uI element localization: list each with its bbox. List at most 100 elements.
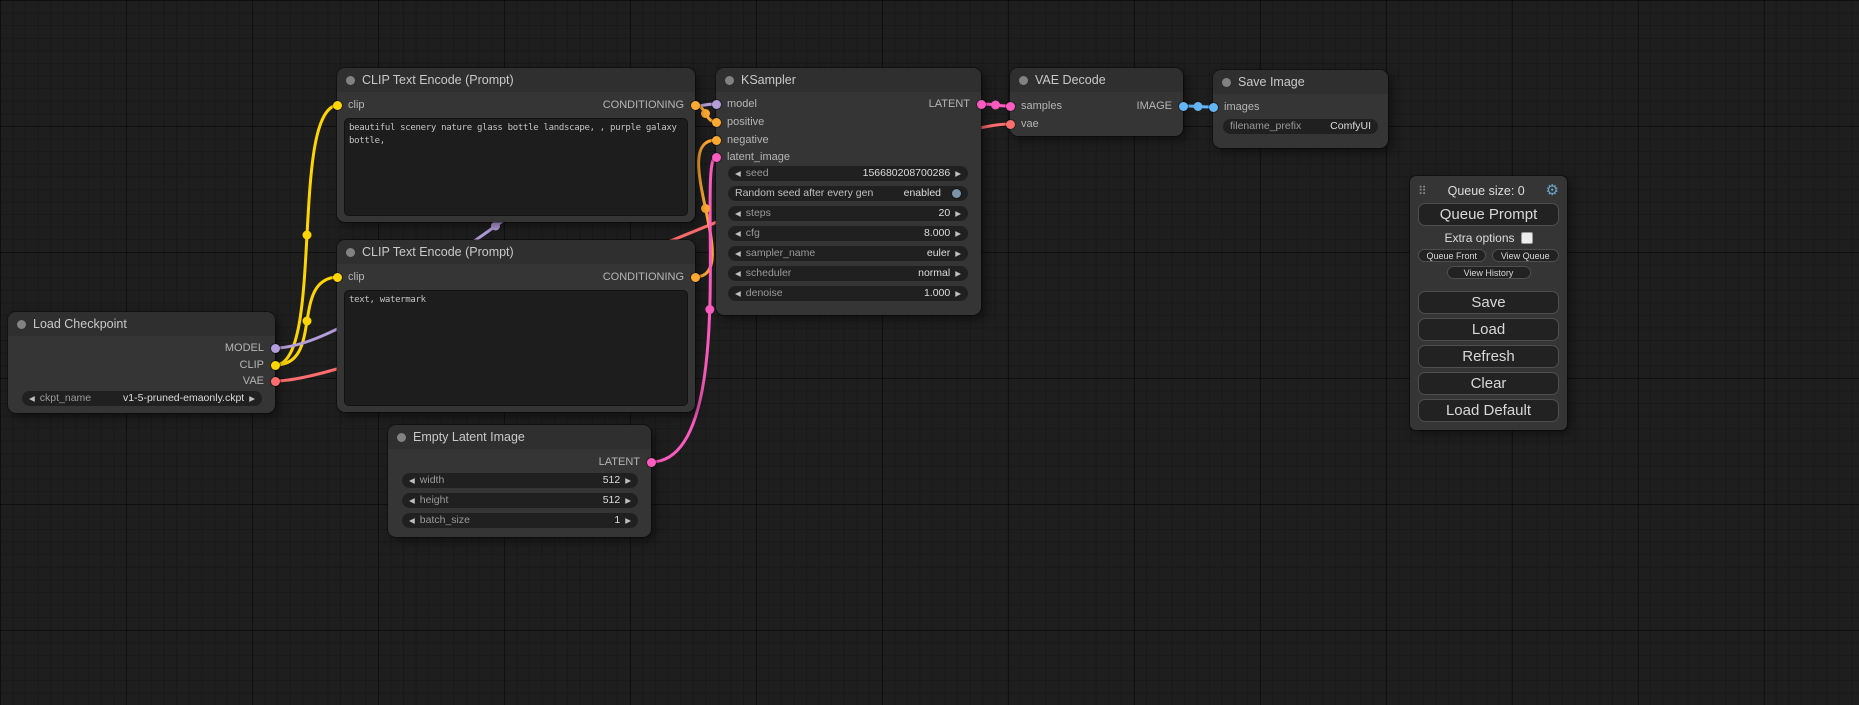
widget-value: 512 [603, 493, 621, 508]
prompt-textarea[interactable]: text, watermark [344, 290, 688, 406]
image-output-port[interactable] [1179, 102, 1188, 111]
sampler-name-widget[interactable]: ◀ sampler_name euler ▶ [728, 246, 968, 261]
steps-widget[interactable]: ◀ steps 20 ▶ [728, 206, 968, 221]
width-widget[interactable]: ◀ width 512 ▶ [402, 473, 638, 488]
node-ksampler[interactable]: KSampler model positive negative latent_… [716, 68, 981, 315]
link-dot [1194, 102, 1203, 111]
conditioning-output-port[interactable] [691, 101, 700, 110]
view-queue-button[interactable]: View Queue [1492, 249, 1560, 262]
images-input-port[interactable] [1209, 103, 1218, 112]
increment-arrow-icon[interactable]: ▶ [625, 513, 631, 528]
height-widget[interactable]: ◀ height 512 ▶ [402, 493, 638, 508]
collapse-dot-icon[interactable] [17, 320, 26, 329]
prompt-textarea[interactable]: beautiful scenery nature glass bottle la… [344, 118, 688, 216]
decrement-arrow-icon[interactable]: ◀ [735, 166, 741, 181]
node-title-bar[interactable]: Empty Latent Image [388, 425, 651, 449]
node-title: VAE Decode [1035, 73, 1106, 87]
batch-size-widget[interactable]: ◀ batch_size 1 ▶ [402, 513, 638, 528]
decrement-arrow-icon[interactable]: ◀ [735, 286, 741, 301]
output-label-conditioning: CONDITIONING [603, 98, 684, 112]
widget-label: denoise [746, 286, 783, 301]
increment-arrow-icon[interactable]: ▶ [625, 493, 631, 508]
node-vae-decode[interactable]: VAE Decode samples vae IMAGE [1010, 68, 1183, 136]
decrement-arrow-icon[interactable]: ◀ [409, 473, 415, 488]
ckpt-name-widget[interactable]: ◀ ckpt_name v1-5-pruned-emaonly.ckpt ▶ [22, 391, 262, 406]
node-clip-text-encode-positive[interactable]: CLIP Text Encode (Prompt) clip CONDITION… [337, 68, 695, 222]
increment-arrow-icon[interactable]: ▶ [249, 391, 255, 406]
conditioning-output-port[interactable] [691, 273, 700, 282]
widget-value: 1 [614, 513, 620, 528]
refresh-button[interactable]: Refresh [1418, 345, 1559, 368]
node-title-bar[interactable]: CLIP Text Encode (Prompt) [337, 240, 695, 264]
latent-output-port[interactable] [647, 458, 656, 467]
extra-options-checkbox[interactable] [1521, 232, 1533, 244]
node-save-image[interactable]: Save Image images filename_prefix ComfyU… [1213, 70, 1388, 148]
decrement-arrow-icon[interactable]: ◀ [735, 206, 741, 221]
filename-prefix-widget[interactable]: filename_prefix ComfyUI [1223, 119, 1378, 134]
clip-output-port[interactable] [271, 361, 280, 370]
collapse-dot-icon[interactable] [725, 76, 734, 85]
node-empty-latent-image[interactable]: Empty Latent Image LATENT ◀ width 512 ▶ … [388, 425, 651, 537]
widget-value: v1-5-pruned-emaonly.ckpt [123, 391, 244, 406]
queue-panel: ⠿ Queue size: 0 ⚙ Queue Prompt Extra opt… [1410, 176, 1567, 430]
collapse-dot-icon[interactable] [397, 433, 406, 442]
widget-value: 512 [603, 473, 621, 488]
cfg-widget[interactable]: ◀ cfg 8.000 ▶ [728, 226, 968, 241]
clip-input-port[interactable] [333, 101, 342, 110]
decrement-arrow-icon[interactable]: ◀ [29, 391, 35, 406]
collapse-dot-icon[interactable] [346, 76, 355, 85]
queue-front-button[interactable]: Queue Front [1418, 249, 1486, 262]
latent-image-input-port[interactable] [712, 153, 721, 162]
load-button[interactable]: Load [1418, 318, 1559, 341]
input-label-clip: clip [348, 270, 365, 284]
clip-input-port[interactable] [333, 273, 342, 282]
save-button[interactable]: Save [1418, 291, 1559, 314]
decrement-arrow-icon[interactable]: ◀ [409, 513, 415, 528]
vae-input-port[interactable] [1006, 120, 1015, 129]
increment-arrow-icon[interactable]: ▶ [955, 206, 961, 221]
widget-value: 156680208700286 [863, 166, 951, 181]
view-history-button[interactable]: View History [1447, 266, 1531, 279]
load-default-button[interactable]: Load Default [1418, 399, 1559, 422]
collapse-dot-icon[interactable] [1019, 76, 1028, 85]
random-seed-toggle-widget[interactable]: Random seed after every gen enabled [728, 186, 968, 201]
model-output-port[interactable] [271, 344, 280, 353]
node-title-bar[interactable]: KSampler [716, 68, 981, 92]
increment-arrow-icon[interactable]: ▶ [955, 226, 961, 241]
decrement-arrow-icon[interactable]: ◀ [409, 493, 415, 508]
node-load-checkpoint[interactable]: Load Checkpoint MODEL CLIP VAE ◀ ckpt_na… [8, 312, 275, 413]
decrement-arrow-icon[interactable]: ◀ [735, 246, 741, 261]
denoise-widget[interactable]: ◀ denoise 1.000 ▶ [728, 286, 968, 301]
increment-arrow-icon[interactable]: ▶ [955, 266, 961, 281]
vae-output-port[interactable] [271, 377, 280, 386]
toggle-dot-icon[interactable] [952, 189, 961, 198]
clear-button[interactable]: Clear [1418, 372, 1559, 395]
scheduler-widget[interactable]: ◀ scheduler normal ▶ [728, 266, 968, 281]
widget-label: steps [746, 206, 771, 221]
queue-prompt-button[interactable]: Queue Prompt [1418, 203, 1559, 226]
settings-gear-icon[interactable]: ⚙ [1546, 183, 1559, 198]
samples-input-port[interactable] [1006, 102, 1015, 111]
seed-widget[interactable]: ◀ seed 156680208700286 ▶ [728, 166, 968, 181]
node-title-bar[interactable]: Load Checkpoint [8, 312, 275, 336]
node-title-bar[interactable]: CLIP Text Encode (Prompt) [337, 68, 695, 92]
node-title-bar[interactable]: VAE Decode [1010, 68, 1183, 92]
decrement-arrow-icon[interactable]: ◀ [735, 226, 741, 241]
drag-handle-icon[interactable]: ⠿ [1418, 184, 1427, 198]
output-label-latent: LATENT [599, 455, 640, 469]
latent-output-port[interactable] [977, 100, 986, 109]
positive-input-port[interactable] [712, 118, 721, 127]
model-input-port[interactable] [712, 100, 721, 109]
increment-arrow-icon[interactable]: ▶ [625, 473, 631, 488]
node-title: Load Checkpoint [33, 317, 127, 331]
collapse-dot-icon[interactable] [346, 248, 355, 257]
increment-arrow-icon[interactable]: ▶ [955, 286, 961, 301]
negative-input-port[interactable] [712, 136, 721, 145]
widget-label: filename_prefix [1230, 119, 1301, 134]
increment-arrow-icon[interactable]: ▶ [955, 246, 961, 261]
node-title-bar[interactable]: Save Image [1213, 70, 1388, 94]
node-clip-text-encode-negative[interactable]: CLIP Text Encode (Prompt) clip CONDITION… [337, 240, 695, 412]
decrement-arrow-icon[interactable]: ◀ [735, 266, 741, 281]
collapse-dot-icon[interactable] [1222, 78, 1231, 87]
increment-arrow-icon[interactable]: ▶ [955, 166, 961, 181]
